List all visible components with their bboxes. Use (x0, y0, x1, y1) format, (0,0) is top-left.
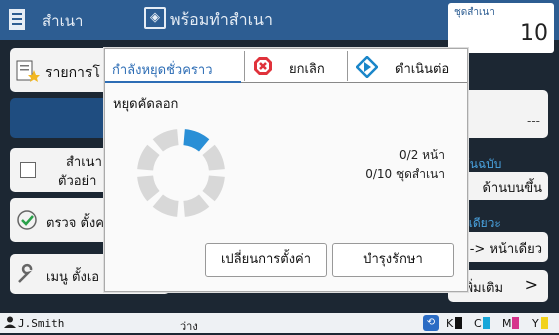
spinner-segment (137, 175, 160, 202)
original-orientation-value: ด้านบนขึ้น (482, 181, 542, 196)
checkmark-circle-icon (16, 209, 38, 235)
sample-copy-label-line2: ตัวอย่า (58, 174, 97, 189)
spinner-segment (183, 194, 210, 217)
ink-c-bar (483, 317, 490, 329)
sets-progress: 0/10 ชุดสำเนา (365, 167, 445, 181)
play-diamond-icon (355, 55, 379, 82)
cancel-button[interactable]: ยกเลิก (244, 51, 346, 81)
dialog-message: หยุดคัดลอก (113, 97, 179, 112)
pages-progress: 0/2 หน้า (399, 148, 445, 162)
spinner-segment (152, 194, 179, 217)
cancel-label: ยกเลิก (289, 62, 325, 77)
change-settings-button[interactable]: เปลี่ยนการตั้งค่า (205, 243, 327, 277)
ink-y-label: Y (532, 317, 539, 330)
ink-k-label: K (446, 317, 454, 330)
sample-copy-label-line1: สำเนา (66, 155, 102, 170)
stop-icon (253, 56, 273, 80)
title-underline (105, 81, 241, 83)
diamond-arrow-icon: ◈ (144, 7, 166, 29)
ready-status: พร้อมทำสำเนา (170, 10, 273, 29)
spinner-segment (137, 144, 160, 171)
spinner-segment (202, 144, 225, 171)
job-list-label: รายการโ (45, 65, 100, 81)
settings-menu-label: เมนู ตั้งเอ (46, 270, 100, 285)
right-slot-1-value: --- (527, 114, 540, 128)
wrench-icon (16, 263, 38, 289)
check-settings-label: ตรวจ ตั้งค (46, 216, 104, 231)
status-bar: J.Smith ว่าง ⟲ K C M Y (0, 313, 559, 333)
copies-counter[interactable]: ชุดสำเนา 10 (448, 3, 554, 53)
network-icon: ⟲ (423, 315, 439, 331)
maintenance-button[interactable]: บำรุงรักษา (332, 243, 454, 277)
ink-k-bar (455, 317, 462, 329)
dialog-title: กำลังหยุดชั่วคราว (112, 63, 213, 78)
continue-label: ดำเนินต่อ (395, 62, 450, 77)
user-name[interactable]: J.Smith (18, 317, 64, 330)
machine-status: ว่าง (180, 320, 198, 333)
document-icon (8, 8, 28, 32)
ink-c-label: C (474, 317, 482, 330)
top-bar: สำเนา ◈ พร้อมทำสำเนา ชุดสำเนา 10 (0, 0, 559, 53)
dialog-header: กำลังหยุดชั่วคราว ยกเลิก ดำเนินต่อ (105, 49, 467, 83)
duplex-value: -> หน้าเดียว (469, 242, 542, 257)
copies-value: 10 (520, 21, 548, 46)
spinner-segment (152, 129, 179, 152)
pause-dialog: กำลังหยุดชั่วคราว ยกเลิก ดำเนินต่อ หยุดค… (104, 48, 468, 292)
continue-button[interactable]: ดำเนินต่อ (347, 51, 467, 81)
ink-m-bar (512, 317, 519, 329)
list-star-icon (16, 60, 40, 86)
progress-spinner-icon (133, 125, 229, 225)
spinner-segment (183, 129, 210, 152)
spinner-segment (202, 175, 225, 202)
copies-label: ชุดสำเนา (454, 7, 495, 18)
ink-y-bar (541, 317, 548, 329)
app-title: สำเนา (42, 12, 84, 30)
user-icon (4, 316, 16, 331)
ink-m-label: M (502, 317, 512, 330)
chevron-right-icon: > (524, 275, 538, 294)
sample-copy-checkbox[interactable] (20, 162, 36, 178)
